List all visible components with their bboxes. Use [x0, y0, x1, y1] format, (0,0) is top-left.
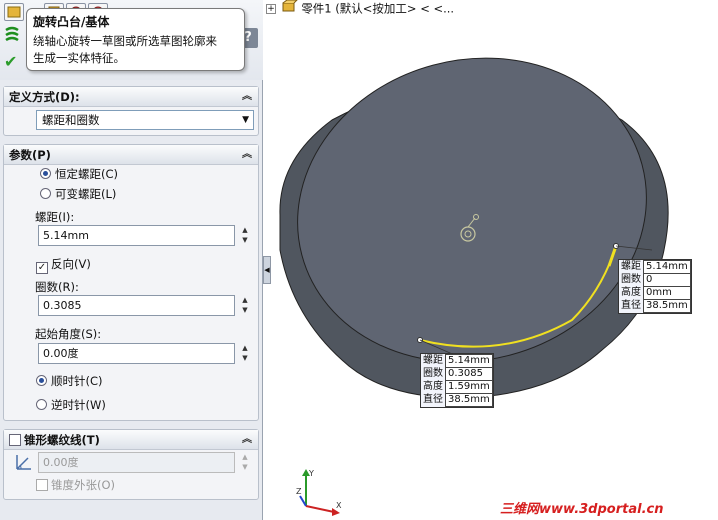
- callout-key: 螺距: [423, 355, 443, 366]
- svg-text:X: X: [336, 501, 342, 510]
- parameters-header[interactable]: 参数(P) ︽: [4, 145, 258, 165]
- callout-key: 圈数: [423, 368, 443, 379]
- variable-pitch-radio[interactable]: 可变螺距(L): [40, 185, 116, 203]
- clockwise-radio[interactable]: 顺时针(C): [36, 372, 103, 390]
- radio-selected-icon: [40, 168, 51, 179]
- svg-text:Z: Z: [296, 487, 302, 496]
- constant-pitch-radio[interactable]: 恒定螺距(C): [40, 165, 118, 183]
- callout-value[interactable]: 5.14mm: [445, 354, 493, 368]
- reverse-label: 反向(V): [51, 257, 91, 271]
- taper-angle-spinner[interactable]: ▲ ▼: [239, 452, 251, 473]
- feature-tree-root[interactable]: + 零件1 (默认<按加工> < <...: [266, 0, 454, 16]
- part-icon: [280, 0, 298, 18]
- parameters-title: 参数(P): [9, 148, 51, 162]
- collapse-up-icon[interactable]: ︽: [242, 87, 252, 107]
- tooltip-line-1: 绕轴心旋转一草图或所选草图轮廓来: [33, 34, 217, 48]
- collapse-up-icon[interactable]: ︽: [242, 145, 252, 165]
- taper-helix-title: 锥形螺纹线(T): [24, 433, 100, 447]
- clockwise-label: 顺时针(C): [51, 374, 103, 388]
- callout-value[interactable]: 0: [643, 273, 691, 287]
- radio-empty-icon: [40, 188, 51, 199]
- define-by-value: 螺距和圈数: [42, 113, 100, 127]
- counterclockwise-label: 逆时针(W): [51, 398, 106, 412]
- helix-start-callout[interactable]: 螺距 5.14mm 圈数 0 高度 0mm 直径 38.5mm: [618, 259, 692, 314]
- checkbox-empty-icon: [36, 479, 48, 491]
- taper-outward-checkbox[interactable]: 锥度外张(O): [36, 476, 115, 494]
- reverse-checkbox[interactable]: ✓ 反向(V): [36, 255, 91, 274]
- turns-input[interactable]: 0.3085: [38, 295, 235, 316]
- callout-key: 高度: [423, 381, 443, 392]
- tooltip-line-2: 生成一实体特征。: [33, 51, 125, 65]
- define-by-select[interactable]: 螺距和圈数 ▼: [36, 110, 254, 130]
- view-triad-icon: Y X Z: [296, 469, 342, 516]
- start-angle-input[interactable]: 0.00度: [38, 343, 235, 364]
- ok-check-icon[interactable]: ✔: [4, 52, 17, 71]
- feature-tooltip: 旋转凸台/基体 绕轴心旋转一草图或所选草图轮廓来 生成一实体特征。: [26, 8, 245, 71]
- define-by-title: 定义方式(D):: [9, 90, 80, 104]
- constant-pitch-label: 恒定螺距(C): [55, 167, 119, 181]
- checkbox-checked-icon: ✓: [36, 262, 48, 274]
- callout-value[interactable]: 0.3085: [445, 367, 493, 381]
- tree-expand-icon[interactable]: +: [266, 4, 276, 14]
- watermark-text: 三维网www.3dportal.cn: [500, 502, 664, 517]
- svg-text:Y: Y: [308, 469, 314, 478]
- part-name-label: 零件1 (默认<按加工> < <...: [301, 1, 455, 16]
- taper-helix-header[interactable]: 锥形螺纹线(T) ︽: [4, 430, 258, 450]
- taper-angle-input[interactable]: 0.00度: [38, 452, 235, 473]
- pitch-input[interactable]: 5.14mm: [38, 225, 235, 246]
- pitch-label: 螺距(I):: [35, 210, 75, 224]
- turns-spinner[interactable]: ▲ ▼: [239, 295, 251, 316]
- radio-empty-icon: [36, 399, 47, 410]
- parameters-group: 参数(P) ︽ 恒定螺距(C) 可变螺距(L) 螺距(I): 5.14mm ▲ ▼…: [3, 144, 259, 421]
- radio-selected-icon: [36, 375, 47, 386]
- callout-key: 圈数: [621, 274, 641, 285]
- taper-helix-checkbox[interactable]: [9, 434, 21, 446]
- revolve-feature-icon: [3, 26, 21, 44]
- callout-value[interactable]: 38.5mm: [445, 393, 493, 407]
- tooltip-title: 旋转凸台/基体: [33, 15, 110, 29]
- callout-value[interactable]: 0mm: [643, 286, 691, 300]
- taper-angle-icon: [14, 452, 34, 475]
- callout-key: 高度: [621, 287, 641, 298]
- collapse-up-icon[interactable]: ︽: [242, 430, 252, 450]
- callout-value[interactable]: 1.59mm: [445, 380, 493, 394]
- start-angle-label: 起始角度(S):: [35, 327, 102, 341]
- helix-end-callout[interactable]: 螺距 5.14mm 圈数 0.3085 高度 1.59mm 直径 38.5mm: [420, 353, 494, 408]
- panel-collapse-handle[interactable]: ◀: [263, 256, 271, 284]
- callout-key: 螺距: [621, 261, 641, 272]
- callout-value[interactable]: 38.5mm: [643, 299, 691, 313]
- turns-label: 圈数(R):: [35, 280, 79, 294]
- property-manager: ✔ ? 旋转凸台/基体 绕轴心旋转一草图或所选草图轮廓来 生成一实体特征。 定义…: [0, 0, 263, 520]
- variable-pitch-label: 可变螺距(L): [55, 187, 117, 201]
- dropdown-arrow-icon: ▼: [242, 115, 249, 125]
- start-angle-spinner[interactable]: ▲ ▼: [239, 343, 251, 364]
- callout-key: 直径: [621, 300, 641, 311]
- taper-outward-label: 锥度外张(O): [51, 478, 116, 492]
- define-by-header[interactable]: 定义方式(D): ︽: [4, 87, 258, 107]
- pitch-spinner[interactable]: ▲ ▼: [239, 225, 251, 246]
- callout-key: 直径: [423, 394, 443, 405]
- taper-helix-group: 锥形螺纹线(T) ︽ 0.00度 ▲ ▼ 锥度外张(O): [3, 429, 259, 500]
- callout-value[interactable]: 5.14mm: [643, 260, 691, 274]
- feature-manager-tab-icon[interactable]: [4, 3, 24, 21]
- define-by-group: 定义方式(D): ︽ 螺距和圈数 ▼: [3, 86, 259, 136]
- counterclockwise-radio[interactable]: 逆时针(W): [36, 396, 106, 414]
